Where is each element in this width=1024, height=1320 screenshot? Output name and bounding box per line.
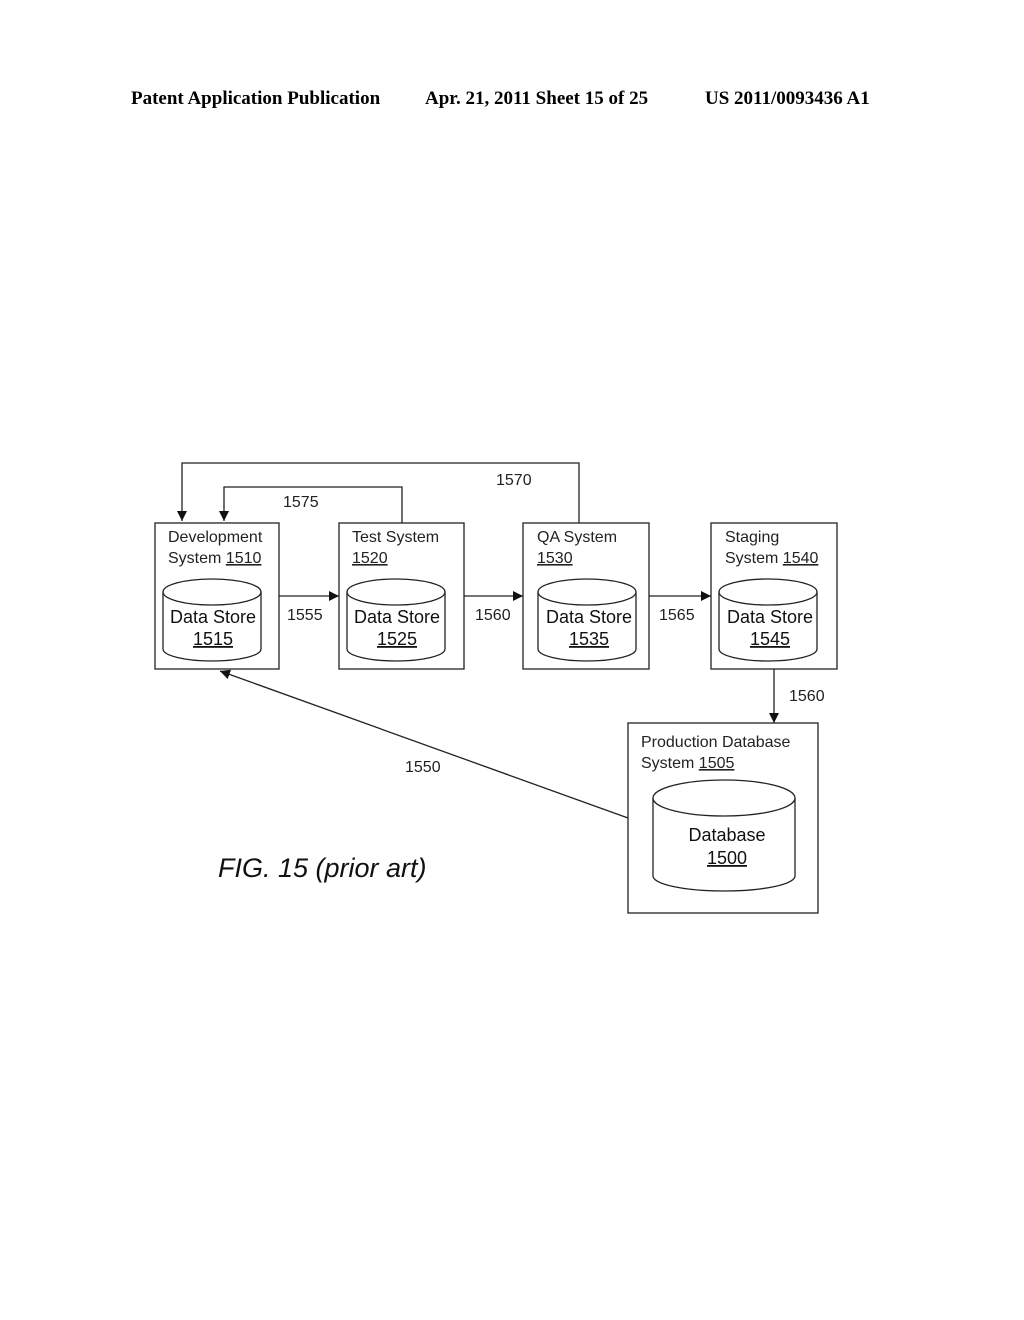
system-title: Test System <box>352 529 439 546</box>
system-title: Staging <box>725 529 779 546</box>
system-subtitle: System 1540 <box>725 550 818 567</box>
test-system: Test System 1520 Data Store 1525 <box>338 522 465 670</box>
arrow-label-1550: 1550 <box>405 759 441 776</box>
diagram: 1570 1575 Development System 1510 Data S… <box>154 462 838 914</box>
system-title: Development <box>168 529 263 546</box>
system-subtitle: System 1510 <box>168 550 261 567</box>
data-store-label: Data Store <box>546 607 632 627</box>
arrow-label-1560: 1560 <box>475 607 511 624</box>
data-store-ref: 1515 <box>193 629 233 649</box>
production-subtitle: System 1505 <box>641 755 734 772</box>
data-store-label: Data Store <box>354 607 440 627</box>
arrow-label-1565: 1565 <box>659 607 695 624</box>
arrow-label-1570: 1570 <box>496 472 532 489</box>
staging-system: Staging System 1540 Data Store 1545 <box>710 522 838 670</box>
arrow-label-1560-prod: 1560 <box>789 688 825 705</box>
arrow-label-1555: 1555 <box>287 607 323 624</box>
database-ref: 1500 <box>707 848 747 868</box>
system-ref: 1520 <box>352 550 388 567</box>
data-store-ref: 1535 <box>569 629 609 649</box>
production-database-system: Production Database System 1505 Database… <box>627 722 819 914</box>
database-label: Database <box>688 825 765 845</box>
system-ref: 1530 <box>537 550 573 567</box>
figure-caption: FIG. 15 (prior art) <box>218 853 427 883</box>
data-store-label: Data Store <box>170 607 256 627</box>
system-title: QA System <box>537 529 617 546</box>
data-store-ref: 1545 <box>750 629 790 649</box>
data-store-ref: 1525 <box>377 629 417 649</box>
data-store-label: Data Store <box>727 607 813 627</box>
production-title: Production Database <box>641 734 791 751</box>
arrow-label-1575: 1575 <box>283 494 319 511</box>
arrow-production-to-dev <box>219 669 629 819</box>
development-system: Development System 1510 Data Store 1515 <box>154 522 280 670</box>
qa-system: QA System 1530 Data Store 1535 <box>522 522 650 670</box>
